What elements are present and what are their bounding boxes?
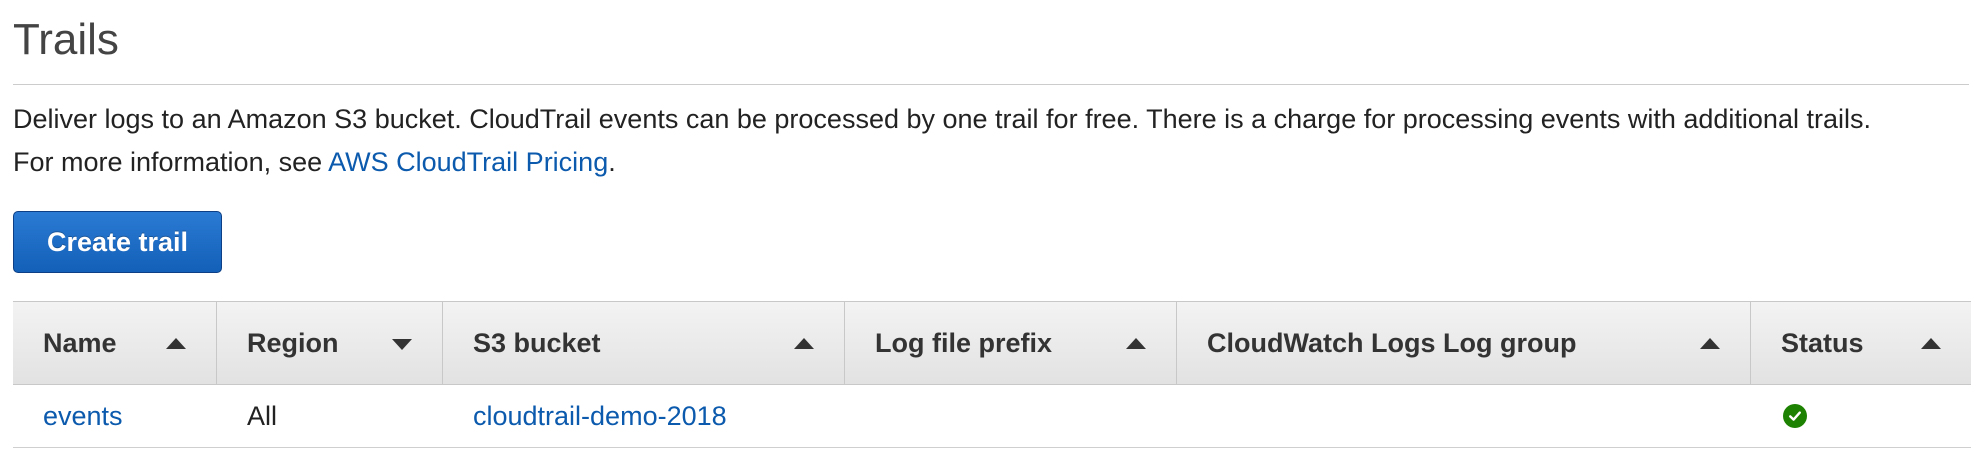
page-title: Trails xyxy=(13,15,119,64)
pricing-link[interactable]: AWS CloudTrail Pricing xyxy=(328,147,608,177)
create-trail-button[interactable]: Create trail xyxy=(13,211,222,273)
column-label-region: Region xyxy=(247,327,339,358)
trails-table: Name Region S3 bucket Log file prefix Cl… xyxy=(13,301,1971,448)
trail-name-link[interactable]: events xyxy=(43,401,123,432)
column-label-status: Status xyxy=(1781,327,1864,358)
cell-log-file-prefix xyxy=(845,385,1177,447)
title-divider xyxy=(13,84,1969,85)
column-label-s3-bucket: S3 bucket xyxy=(473,327,601,358)
sort-ascending-icon[interactable] xyxy=(794,338,814,349)
table-row: events All cloudtrail-demo-2018 xyxy=(13,385,1971,448)
description-line-1: Deliver logs to an Amazon S3 bucket. Clo… xyxy=(13,104,1871,134)
check-circle-icon xyxy=(1783,404,1807,428)
trails-page: Trails Deliver logs to an Amazon S3 buck… xyxy=(0,0,1984,474)
table-header: Name Region S3 bucket Log file prefix Cl… xyxy=(13,301,1971,385)
sort-ascending-icon[interactable] xyxy=(1126,338,1146,349)
sort-ascending-icon[interactable] xyxy=(166,338,186,349)
column-header-s3-bucket[interactable]: S3 bucket xyxy=(443,302,845,384)
column-label-log-file-prefix: Log file prefix xyxy=(875,327,1053,358)
cell-s3-bucket: cloudtrail-demo-2018 xyxy=(443,385,845,447)
description-suffix: . xyxy=(608,147,616,177)
sort-ascending-icon[interactable] xyxy=(1921,338,1941,349)
sort-ascending-icon[interactable] xyxy=(1700,338,1720,349)
sort-descending-icon[interactable] xyxy=(392,339,412,350)
column-label-cloudwatch-log-group: CloudWatch Logs Log group xyxy=(1207,327,1577,358)
s3-bucket-link[interactable]: cloudtrail-demo-2018 xyxy=(473,401,727,432)
description-line-2: For more information, see AWS CloudTrail… xyxy=(13,141,1973,184)
checkmark-glyph xyxy=(1789,411,1801,421)
cell-cloudwatch-log-group xyxy=(1177,385,1751,447)
cell-region: All xyxy=(247,400,278,431)
column-header-log-file-prefix[interactable]: Log file prefix xyxy=(845,302,1177,384)
column-header-name[interactable]: Name xyxy=(13,302,217,384)
description: Deliver logs to an Amazon S3 bucket. Clo… xyxy=(13,98,1973,184)
column-label-name: Name xyxy=(43,327,117,358)
column-header-cloudwatch-log-group[interactable]: CloudWatch Logs Log group xyxy=(1177,302,1751,384)
column-header-status[interactable]: Status xyxy=(1751,302,1971,384)
description-prefix: For more information, see xyxy=(13,147,329,177)
column-header-region[interactable]: Region xyxy=(217,302,443,384)
cell-name: events xyxy=(13,385,217,447)
cell-status xyxy=(1751,385,1971,447)
